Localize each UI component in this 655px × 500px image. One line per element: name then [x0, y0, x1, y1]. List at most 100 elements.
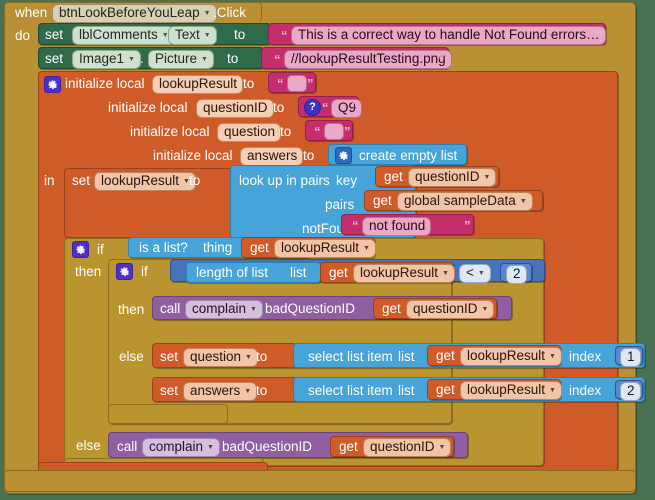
open-quote-icon-3: “ [277, 76, 284, 91]
locals-in-label: in [44, 173, 55, 188]
dot-separator-1: . [160, 27, 164, 42]
get-label-6: get [436, 348, 455, 363]
text-empty-field-2[interactable] [324, 123, 344, 140]
text-field-comment[interactable]: This is a correct way to handle Not Foun… [291, 26, 606, 45]
select-list-item-list-label-1: list [398, 349, 415, 364]
get-variable-label-2: global sampleData [404, 193, 516, 208]
chevron-down-icon: ▼ [245, 354, 252, 362]
call-procedure-label-2: complain [149, 439, 204, 454]
initialize-local-label-2: initialize local [108, 100, 188, 115]
set-variable-dropdown-question[interactable]: question ▼ [183, 348, 258, 367]
set-property-dropdown-1[interactable]: Text ▼ [168, 26, 217, 45]
chevron-down-icon: ▼ [549, 387, 556, 395]
set-component-label-1: lblComments [79, 27, 158, 42]
when-label: when [15, 5, 48, 20]
set-property-label-1: Text [175, 27, 200, 42]
call-procedure-dropdown-1[interactable]: complain ▼ [185, 300, 263, 319]
inner-then-label: then [118, 302, 145, 317]
get-variable-label-7: lookupResult [467, 382, 546, 397]
get-variable-dropdown-questionid-3[interactable]: questionID ▼ [363, 438, 452, 457]
inner-else-label: else [119, 349, 144, 364]
get-variable-label-5: questionID [413, 301, 478, 316]
number-field-2[interactable]: 2 [506, 265, 527, 284]
get-variable-dropdown-lookupresult-2[interactable]: lookupResult ▼ [353, 264, 455, 283]
select-list-item-index-label-2: index [569, 383, 602, 398]
outer-then-label: then [75, 264, 102, 279]
get-variable-dropdown-questionid-2[interactable]: questionID ▼ [406, 300, 495, 319]
local-name-field-lookupresult[interactable]: lookupResult [152, 75, 244, 94]
text-empty-field-1[interactable] [287, 75, 307, 92]
set-label-5: set [160, 383, 179, 398]
call-label-2: call [117, 439, 138, 454]
set-component-dropdown-2[interactable]: Image1 ▼ [72, 50, 141, 69]
initialize-local-label-4: initialize local [153, 148, 233, 163]
set-label-4: set [160, 349, 179, 364]
event-component-dropdown[interactable]: btnLookBeforeYouLeap ▼ [52, 4, 217, 23]
blocks-workspace[interactable]: when btnLookBeforeYouLeap ▼ .Click do set… [0, 0, 655, 500]
chevron-down-icon: ▼ [128, 56, 135, 64]
number-field-index-1[interactable]: 1 [620, 348, 641, 367]
local-name-field-question[interactable]: question [217, 123, 282, 142]
close-quote-icon-6: ” [464, 218, 471, 233]
open-quote-icon-4: “ [322, 100, 329, 115]
set-variable-dropdown-answers[interactable]: answers ▼ [183, 382, 258, 401]
local-name-field-questionid[interactable]: questionID [196, 99, 274, 118]
set-variable-label-5: answers [190, 383, 241, 398]
close-quote-icon-4: ” [351, 100, 358, 115]
text-value-picture-path: //lookupResultTesting.png [291, 51, 446, 66]
text-field-not-found[interactable]: not found [362, 217, 432, 236]
get-label-2: get [373, 193, 392, 208]
chevron-down-icon: ▼ [363, 245, 370, 253]
close-quote-icon-1: ” [596, 28, 603, 43]
select-list-item-label-1: select list item [308, 349, 393, 364]
call-procedure-dropdown-2[interactable]: complain ▼ [142, 438, 220, 457]
mutator-gear-icon-locals[interactable] [44, 76, 61, 93]
set-label-1: set [45, 27, 64, 42]
mutator-gear-icon-inner-if[interactable] [116, 263, 133, 280]
text-field-picture-path[interactable]: //lookupResultTesting.png [284, 50, 452, 69]
get-variable-dropdown-questionid-1[interactable]: questionID ▼ [408, 168, 497, 187]
text-value-comment: This is a correct way to handle Not Foun… [298, 27, 600, 42]
dot-separator-2: . [140, 51, 144, 66]
event-component-label: btnLookBeforeYouLeap [59, 5, 200, 20]
length-of-list-list-label: list [290, 265, 307, 280]
inner-if-label: if [141, 264, 148, 279]
lookup-in-pairs-label: look up in pairs [239, 173, 330, 188]
to-label-5: to [256, 383, 268, 398]
inner-if-bottom-rail [108, 404, 228, 424]
local-name-field-answers[interactable]: answers [240, 147, 304, 166]
initialize-local-label-1: initialize local [65, 76, 145, 91]
get-label-7: get [436, 382, 455, 397]
number-field-index-2[interactable]: 2 [620, 382, 641, 401]
select-list-item-label-2: select list item [308, 383, 393, 398]
chevron-down-icon: ▼ [203, 32, 211, 40]
get-variable-dropdown-sampledata[interactable]: global sampleData ▼ [397, 192, 533, 211]
mutator-gear-icon-create-list[interactable] [335, 147, 352, 164]
comparison-operator-dropdown[interactable]: < ▼ [459, 264, 491, 283]
help-question-icon[interactable]: ? [304, 99, 321, 116]
get-label-3: get [250, 240, 269, 255]
get-variable-label-6: lookupResult [467, 348, 546, 363]
get-label-5: get [382, 301, 401, 316]
length-of-list-label: length of list [196, 265, 269, 280]
local-to-label-4: to [303, 148, 315, 163]
set-component-label-2: Image1 [79, 51, 125, 66]
get-variable-dropdown-lookupresult-3[interactable]: lookupResult ▼ [460, 347, 562, 366]
open-quote-icon-2: “ [274, 52, 281, 67]
set-variable-dropdown-lookupresult[interactable]: lookupResult ▼ [94, 172, 196, 191]
outer-else-label: else [76, 438, 101, 453]
get-variable-label-8: questionID [370, 439, 435, 454]
local-to-label-3: to [280, 124, 292, 139]
close-quote-icon-2: ” [438, 52, 445, 67]
chevron-down-icon: ▼ [203, 10, 211, 18]
close-quote-icon-5: ” [344, 124, 351, 139]
call-label-1: call [160, 301, 181, 316]
get-variable-dropdown-lookupresult-1[interactable]: lookupResult ▼ [274, 239, 376, 258]
get-variable-dropdown-lookupresult-4[interactable]: lookupResult ▼ [460, 381, 562, 400]
call-arg-label-2: badQuestionID [222, 439, 313, 454]
get-variable-label-3: lookupResult [281, 240, 360, 255]
mutator-gear-icon-outer-if[interactable] [72, 241, 89, 258]
get-variable-label-1: questionID [415, 169, 480, 184]
set-property-dropdown-2[interactable]: Picture ▼ [148, 50, 214, 69]
chevron-down-icon: ▼ [481, 306, 489, 314]
